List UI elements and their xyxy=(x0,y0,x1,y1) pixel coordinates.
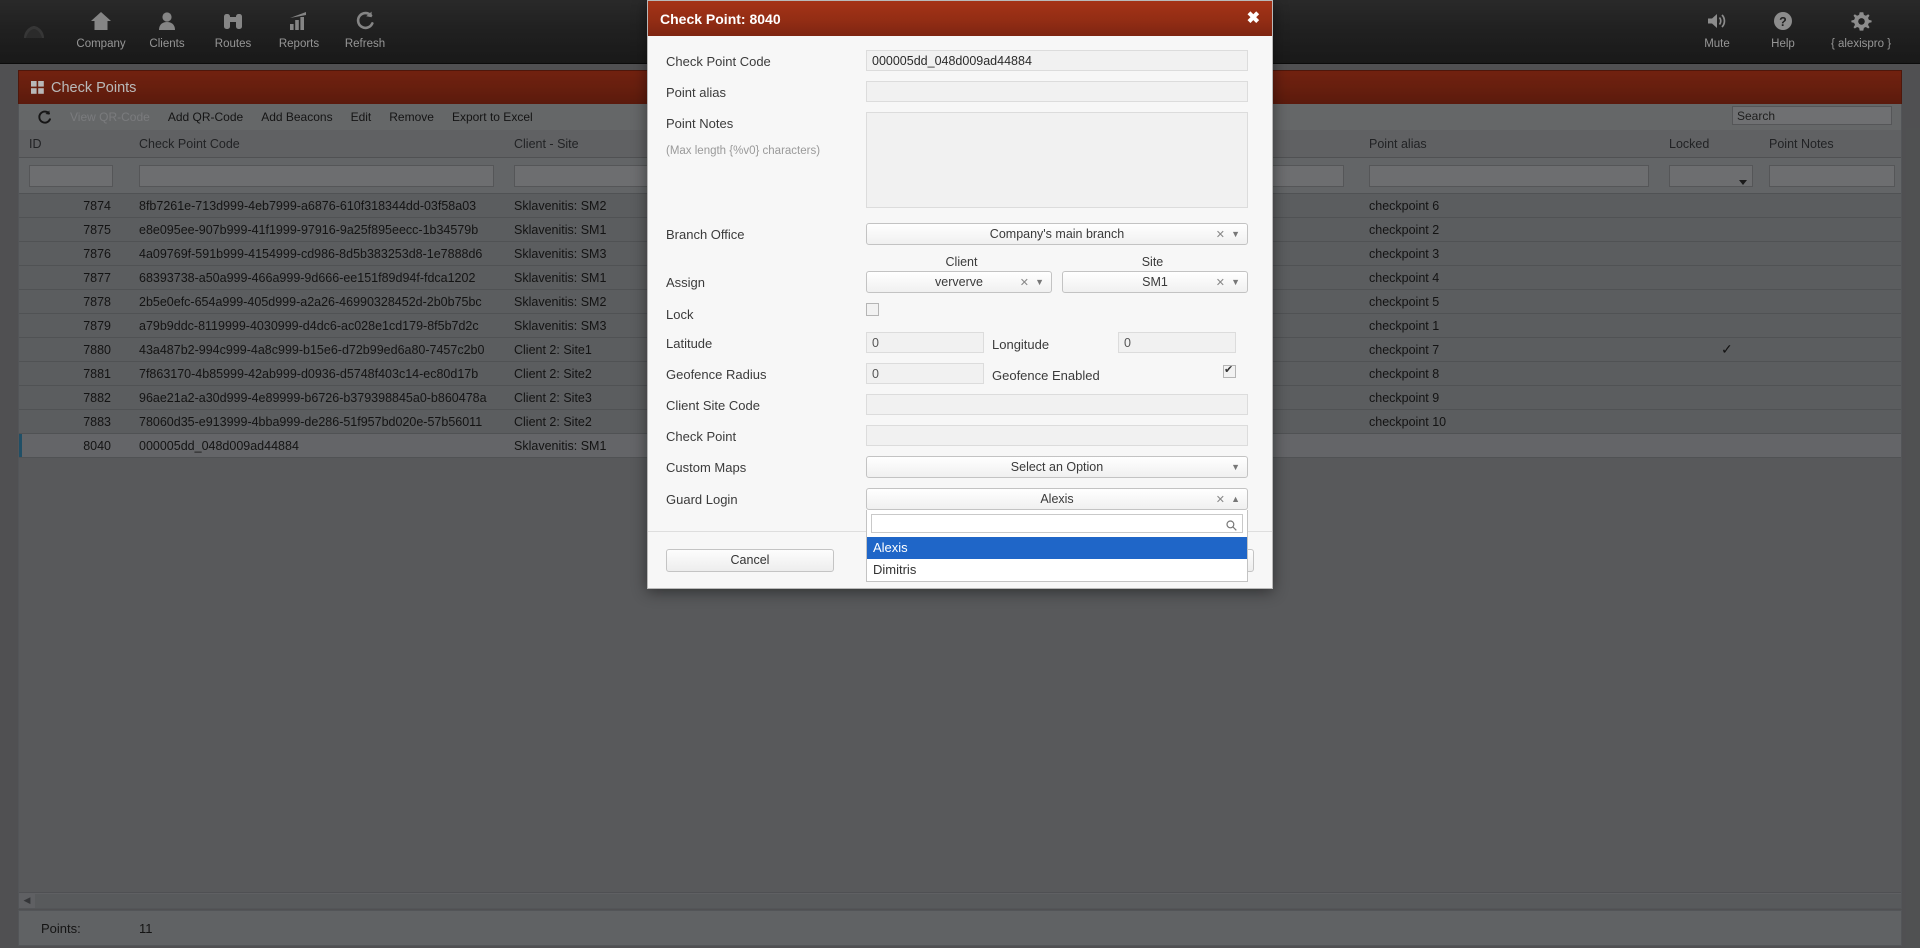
input-point-alias[interactable] xyxy=(866,81,1248,102)
guard-login-search-input[interactable] xyxy=(871,514,1243,533)
label-assign: Assign xyxy=(666,275,706,290)
label-branch-office: Branch Office xyxy=(666,227,745,242)
textarea-point-notes[interactable] xyxy=(866,112,1248,208)
label-lock: Lock xyxy=(666,307,694,322)
checkbox-lock[interactable] xyxy=(866,303,879,316)
chevron-down-icon-custom-maps: ▼ xyxy=(1231,462,1240,472)
label-client-site-code: Client Site Code xyxy=(666,398,760,413)
value-assign-site: SM1 xyxy=(1142,275,1168,289)
select-assign-site[interactable]: SM1 ✕ ▼ xyxy=(1062,271,1248,293)
header-assign-client: Client xyxy=(945,255,978,269)
field-latitude-longitude: Latitude Longitude xyxy=(666,332,1248,353)
chevron-down-icon-branch-office: ▼ xyxy=(1231,229,1240,239)
checkbox-geofence-enabled[interactable] xyxy=(1223,363,1236,378)
label-check-point-code: Check Point Code xyxy=(666,54,771,69)
label-geofence-radius: Geofence Radius xyxy=(666,367,767,382)
value-guard-login: Alexis xyxy=(1040,492,1074,506)
label-geofence-enabled: Geofence Enabled xyxy=(992,367,1100,383)
guard-login-option[interactable]: Alexis xyxy=(867,537,1247,559)
input-geofence-radius[interactable] xyxy=(866,363,984,384)
input-check-point-code[interactable] xyxy=(866,50,1248,71)
field-custom-maps: Custom Maps Select an Option ▼ xyxy=(666,456,1248,478)
select-custom-maps[interactable]: Select an Option ▼ xyxy=(866,456,1248,478)
field-lock: Lock xyxy=(666,303,1248,322)
input-check-point[interactable] xyxy=(866,425,1248,446)
label-latitude: Latitude xyxy=(666,336,713,351)
field-geofence: Geofence Radius Geofence Enabled xyxy=(666,363,1248,384)
value-branch-office: Company's main branch xyxy=(989,227,1125,241)
hint-point-notes-max-length: (Max length {%v0} characters) xyxy=(666,145,821,157)
assign-column-headers: Client Site xyxy=(666,255,1248,269)
cancel-button[interactable]: Cancel xyxy=(666,548,834,572)
value-custom-maps: Select an Option xyxy=(1010,460,1104,474)
guard-login-dropdown: Alexis Dimitris xyxy=(866,510,1248,582)
guard-login-options-list: Alexis Dimitris xyxy=(867,537,1247,581)
clear-icon-guard-login[interactable]: ✕ xyxy=(1216,493,1225,506)
label-point-notes-wrap: Point Notes (Max length {%v0} characters… xyxy=(666,112,866,157)
close-icon[interactable]: ✖ xyxy=(1247,10,1260,27)
label-custom-maps: Custom Maps xyxy=(666,460,747,475)
guard-login-search-wrap xyxy=(867,510,1247,537)
modal-body: Check Point Code Point alias Point Notes… xyxy=(648,36,1272,582)
guard-login-option[interactable]: Dimitris xyxy=(867,559,1247,581)
modal-header: Check Point: 8040 ✖ xyxy=(648,1,1272,36)
select-assign-client[interactable]: ververve ✕ ▼ xyxy=(866,271,1052,293)
input-latitude[interactable] xyxy=(866,332,984,353)
label-point-notes: Point Notes xyxy=(666,116,734,131)
value-assign-client: ververve xyxy=(935,275,983,289)
field-assign: Assign ververve ✕ ▼ SM1 ✕ ▼ xyxy=(666,271,1248,293)
header-assign-site: Site xyxy=(1141,255,1164,269)
check-point-modal: Check Point: 8040 ✖ Check Point Code Poi… xyxy=(647,0,1273,589)
application-root: Company Clients Routes Reports Refresh M… xyxy=(0,0,1920,948)
search-icon xyxy=(1226,518,1237,536)
label-check-point: Check Point xyxy=(666,429,737,444)
input-client-site-code[interactable] xyxy=(866,394,1248,415)
clear-icon-assign-site[interactable]: ✕ xyxy=(1216,276,1225,289)
field-guard-login: Guard Login Alexis ✕ ▲ Alexis Dimitris xyxy=(666,488,1248,582)
label-point-alias: Point alias xyxy=(666,85,726,100)
input-longitude[interactable] xyxy=(1118,332,1236,353)
clear-icon-assign-client[interactable]: ✕ xyxy=(1020,276,1029,289)
select-branch-office[interactable]: Company's main branch ✕ ▼ xyxy=(866,223,1248,245)
label-guard-login: Guard Login xyxy=(666,492,738,507)
select-guard-login[interactable]: Alexis ✕ ▲ xyxy=(866,488,1248,510)
chevron-up-icon-guard-login: ▲ xyxy=(1231,494,1240,504)
chevron-down-icon-assign-client: ▼ xyxy=(1035,277,1044,287)
chevron-down-icon-assign-site: ▼ xyxy=(1231,277,1240,287)
clear-icon-branch-office[interactable]: ✕ xyxy=(1216,228,1225,241)
label-longitude: Longitude xyxy=(992,336,1050,352)
field-client-site-code: Client Site Code xyxy=(666,394,1248,415)
field-point-notes: Point Notes (Max length {%v0} characters… xyxy=(666,112,1248,213)
field-branch-office: Branch Office Company's main branch ✕ ▼ xyxy=(666,223,1248,245)
field-point-alias: Point alias xyxy=(666,81,1248,102)
modal-title: Check Point: 8040 xyxy=(660,10,781,27)
field-check-point-code: Check Point Code xyxy=(666,50,1248,71)
field-check-point: Check Point xyxy=(666,425,1248,446)
